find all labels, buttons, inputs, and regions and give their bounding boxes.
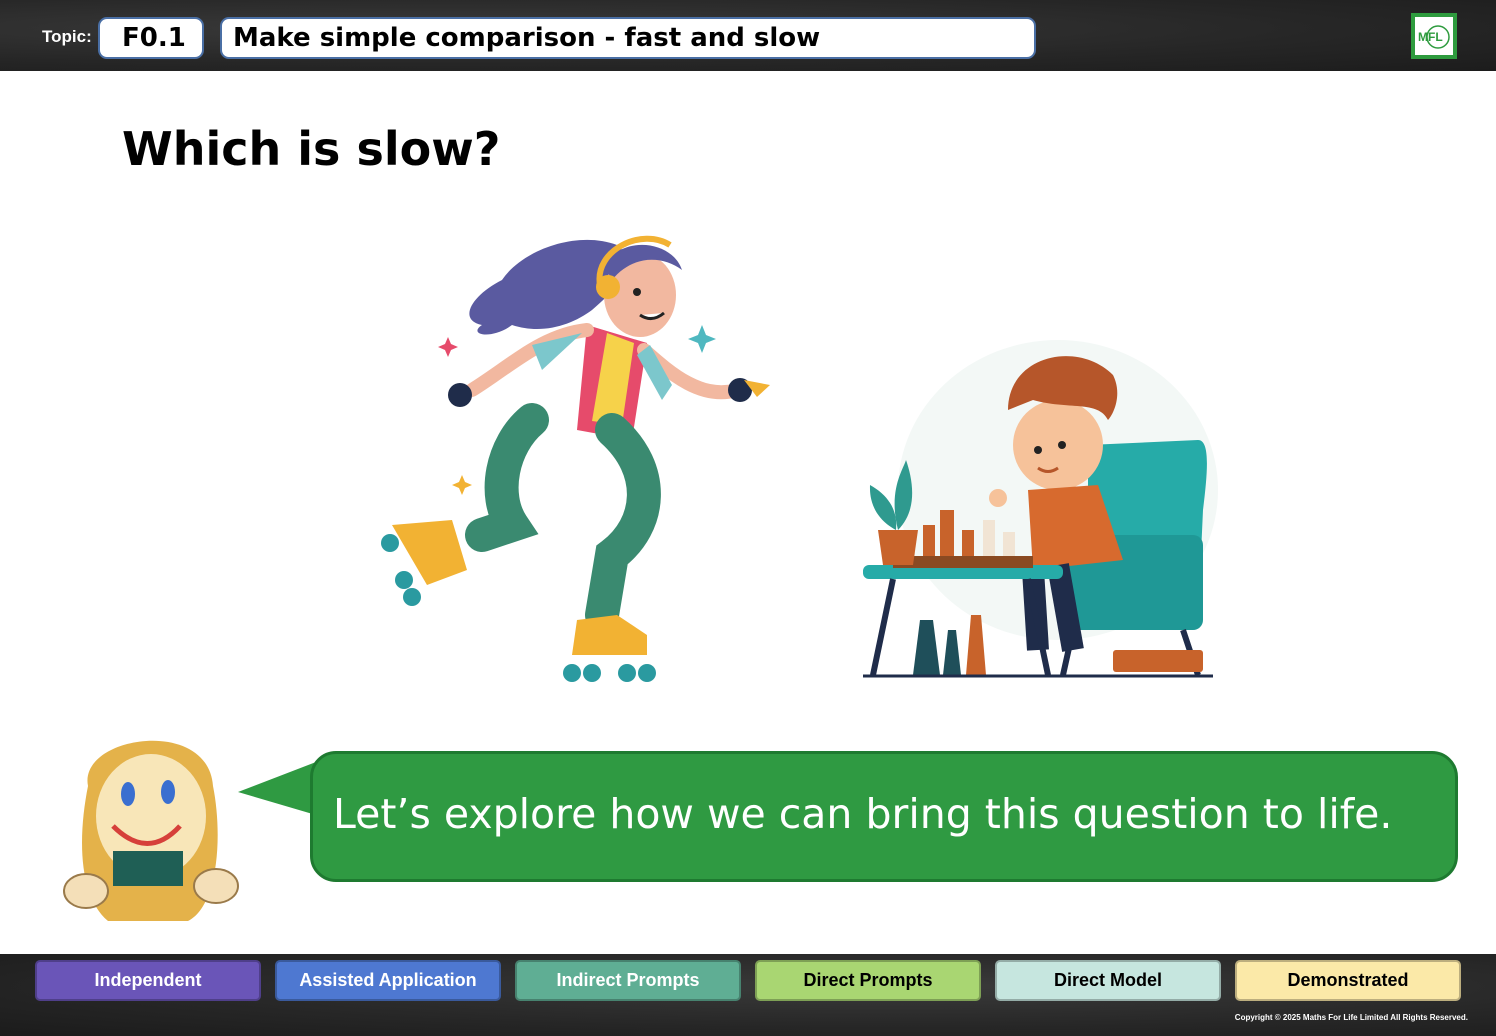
roller-skating-girl-illustration: [381, 235, 770, 682]
mfl-logo-icon: MFL: [1411, 13, 1457, 59]
level-button-assisted-application[interactable]: Assisted Application: [275, 960, 501, 1001]
topic-label: Topic:: [42, 27, 92, 46]
speech-bubble-text: Let’s explore how we can bring this ques…: [333, 790, 1393, 838]
level-button-independent[interactable]: Independent: [35, 960, 261, 1001]
teacher-avatar-icon: [63, 740, 239, 921]
level-button-indirect-prompts[interactable]: Indirect Prompts: [515, 960, 741, 1001]
topic-code: F0.1: [98, 17, 204, 59]
topic-title: Make simple comparison - fast and slow: [220, 17, 1036, 59]
level-button-direct-model[interactable]: Direct Model: [995, 960, 1221, 1001]
logo-text: MFL: [1418, 30, 1443, 44]
level-button-direct-prompts[interactable]: Direct Prompts: [755, 960, 981, 1001]
level-button-demonstrated[interactable]: Demonstrated: [1235, 960, 1461, 1001]
copyright-text: Copyright © 2025 Maths For Life Limited …: [1234, 1013, 1468, 1022]
question-heading: Which is slow?: [122, 122, 501, 176]
boy-playing-chess-illustration: [863, 340, 1218, 678]
